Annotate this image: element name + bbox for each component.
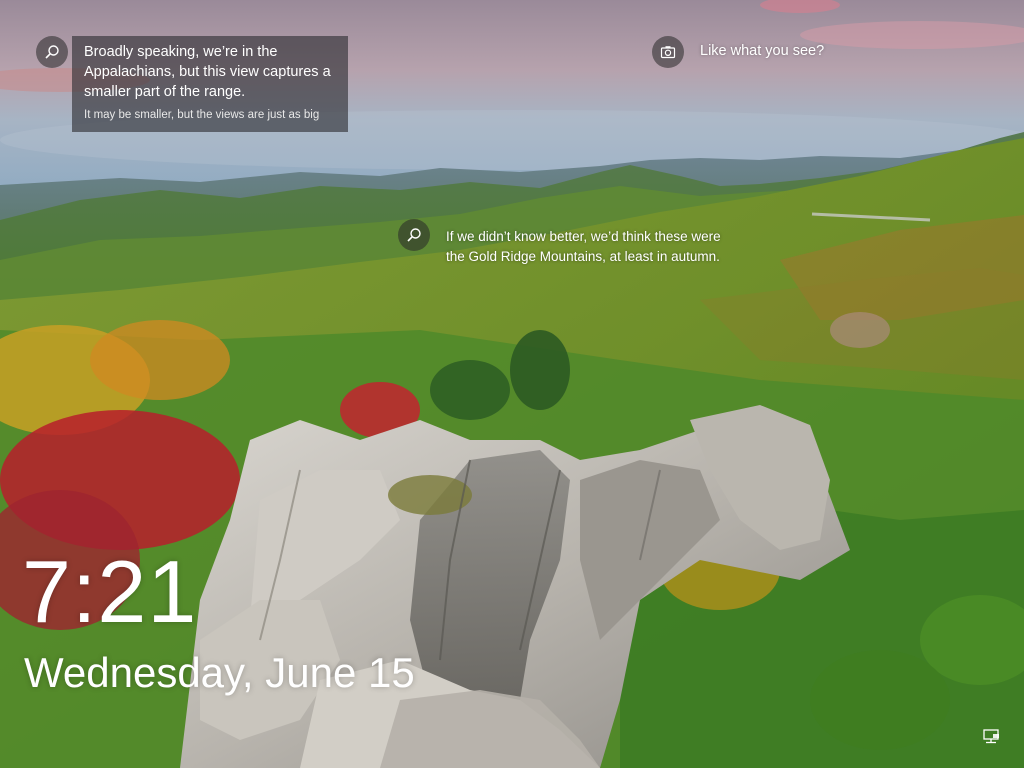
like-what-you-see-button[interactable] [652, 36, 684, 68]
search-icon [407, 228, 421, 242]
spotlight-info-card[interactable]: Broadly speaking, we’re in the Appalachi… [72, 36, 348, 132]
spotlight-info-title: Broadly speaking, we’re in the Appalachi… [84, 44, 331, 100]
lock-screen-date: Wednesday, June 15 [24, 649, 415, 696]
network-ethernet-icon[interactable] [982, 728, 1002, 746]
lock-screen-time: 7:21 [22, 542, 198, 641]
image-hotspot[interactable] [398, 219, 430, 251]
lock-screen[interactable]: Broadly speaking, we’re in the Appalachi… [0, 0, 1024, 768]
hotspot-caption: If we didn’t know better, we’d think the… [446, 229, 721, 264]
spotlight-info-subtitle: It may be smaller, but the views are jus… [84, 109, 320, 121]
search-icon [45, 45, 59, 59]
camera-icon [660, 46, 676, 59]
like-what-you-see-label[interactable]: Like what you see? [700, 43, 824, 59]
spotlight-search-hotspot[interactable] [36, 36, 68, 68]
